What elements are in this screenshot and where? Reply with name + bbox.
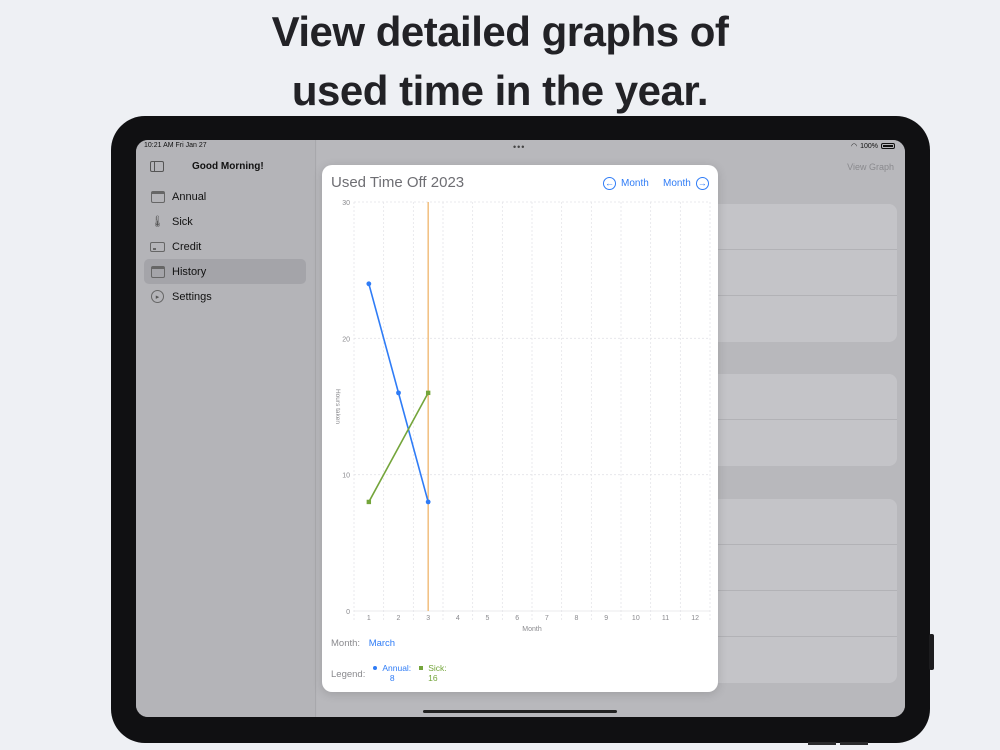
wifi-icon: ◠ — [850, 143, 858, 150]
headline-line-2: used time in the year. — [291, 67, 709, 114]
list-item[interactable] — [697, 204, 897, 250]
list-item[interactable] — [697, 545, 897, 591]
legend-label: Legend: — [331, 669, 366, 680]
data-point-annual — [396, 390, 401, 396]
x-tick-label: 5 — [486, 615, 490, 622]
x-tick-label: 3 — [426, 615, 430, 622]
status-time: 10:21 AM Fri Jan 27 — [144, 142, 207, 149]
y-tick-label: 10 — [342, 473, 350, 480]
legend-annual-value: 8 — [389, 673, 395, 683]
next-month-button[interactable]: Month → — [663, 177, 709, 190]
sidebar: Good Morning! Annual 🌡 Sick Credit Histo… — [136, 140, 316, 717]
list-group — [697, 374, 897, 466]
series-line-sick — [368, 392, 429, 503]
thermometer-icon: 🌡 — [150, 216, 165, 228]
data-point-annual — [425, 499, 431, 505]
y-tick-label: 0 — [346, 609, 350, 616]
x-tick-label: 12 — [691, 615, 699, 622]
status-indicators: ◠ 100% — [851, 142, 895, 150]
line-chart[interactable]: 01020301 2 3 4 5 6 7 8 9 10 11 12MonthHours taken — [322, 195, 718, 635]
previous-month-button[interactable]: ← Month — [603, 177, 649, 190]
legend-sick-name: Sick: — [428, 663, 447, 673]
list-item[interactable] — [697, 296, 897, 342]
list-item[interactable] — [697, 420, 897, 466]
sidebar-item-label: Settings — [172, 290, 212, 303]
list-item[interactable] — [697, 250, 897, 296]
hardware-button — [808, 742, 836, 745]
x-tick-label: 1 — [367, 615, 371, 622]
sidebar-item-label: Credit — [172, 240, 202, 253]
selected-month: Month: March — [331, 638, 395, 649]
graph-modal: Used Time Off 2023 ← Month Month → 0 10 20… — [322, 165, 718, 692]
sick-square-icon — [419, 666, 424, 670]
y-tick-label: 30 — [342, 200, 350, 207]
sidebar-nav: Annual 🌡 Sick Credit History ▸ Settings — [144, 184, 306, 309]
sidebar-item-settings[interactable]: ▸ Settings — [144, 284, 306, 309]
hardware-button — [840, 742, 868, 745]
greeting: Good Morning! — [192, 161, 264, 172]
x-tick-label: 2 — [397, 615, 401, 622]
next-month-label: Month — [663, 178, 691, 189]
x-tick-label: 10 — [632, 615, 640, 622]
x-tick-label: 7 — [545, 615, 549, 622]
sidebar-item-annual[interactable]: Annual — [144, 184, 306, 209]
list-item[interactable] — [697, 499, 897, 545]
list-group — [697, 499, 897, 683]
data-point-sick — [366, 499, 372, 505]
month-value: March — [368, 638, 396, 649]
home-indicator[interactable] — [423, 710, 617, 713]
month-label: Month: — [331, 638, 361, 649]
x-tick-label: 4 — [456, 615, 460, 622]
headline: View detailed graphs of used time in the… — [0, 2, 1000, 120]
sidebar-item-label: Sick — [172, 215, 193, 228]
credit-card-icon — [150, 240, 165, 253]
sidebar-toggle-icon[interactable] — [150, 161, 164, 172]
sidebar-item-label: History — [172, 265, 207, 278]
sidebar-item-sick[interactable]: 🌡 Sick — [144, 209, 306, 234]
previous-month-label: Month — [621, 178, 649, 189]
data-point-annual — [366, 281, 372, 287]
x-tick-label: 11 — [662, 615, 669, 622]
y-tick-label: 20 — [342, 336, 350, 343]
list-item[interactable] — [697, 374, 897, 420]
list-item[interactable] — [697, 591, 897, 637]
sidebar-item-credit[interactable]: Credit — [144, 234, 306, 259]
x-axis-title: Month — [522, 626, 542, 633]
status-bar: 10:21 AM Fri Jan 27 ••• ◠ 100% — [136, 140, 905, 152]
battery-icon — [881, 143, 895, 149]
x-tick-label: 6 — [515, 615, 519, 622]
history-calendar-icon — [150, 265, 165, 278]
legend-sick-value: 16 — [428, 673, 438, 683]
y-axis-title: Hours taken — [334, 389, 341, 424]
list-item[interactable] — [697, 637, 897, 683]
list-group — [697, 204, 897, 342]
battery-percent: 100% — [860, 142, 878, 150]
gear-icon: ▸ — [150, 290, 165, 303]
legend-sick: Sick: 16 — [419, 663, 447, 683]
annual-dot-icon — [373, 666, 378, 670]
modal-title: Used Time Off 2023 — [331, 174, 465, 191]
x-tick-label: 8 — [575, 615, 579, 622]
sidebar-item-history[interactable]: History — [144, 259, 306, 284]
calendar-icon — [150, 190, 165, 203]
headline-line-1: View detailed graphs of — [271, 8, 729, 55]
legend-annual-name: Annual: — [382, 663, 412, 673]
legend: Legend: Annual: 8 Sick: 16 — [331, 663, 447, 683]
side-button — [929, 634, 934, 670]
sidebar-item-label: Annual — [172, 190, 207, 203]
view-graph-button[interactable]: View Graph — [847, 162, 894, 172]
arrow-left-circle-icon: ← — [603, 177, 616, 190]
legend-annual: Annual: 8 — [373, 663, 411, 683]
multitasking-dots-icon[interactable]: ••• — [513, 142, 525, 152]
data-point-sick — [425, 390, 431, 396]
arrow-right-circle-icon: → — [695, 177, 709, 190]
x-tick-label: 9 — [604, 615, 608, 622]
